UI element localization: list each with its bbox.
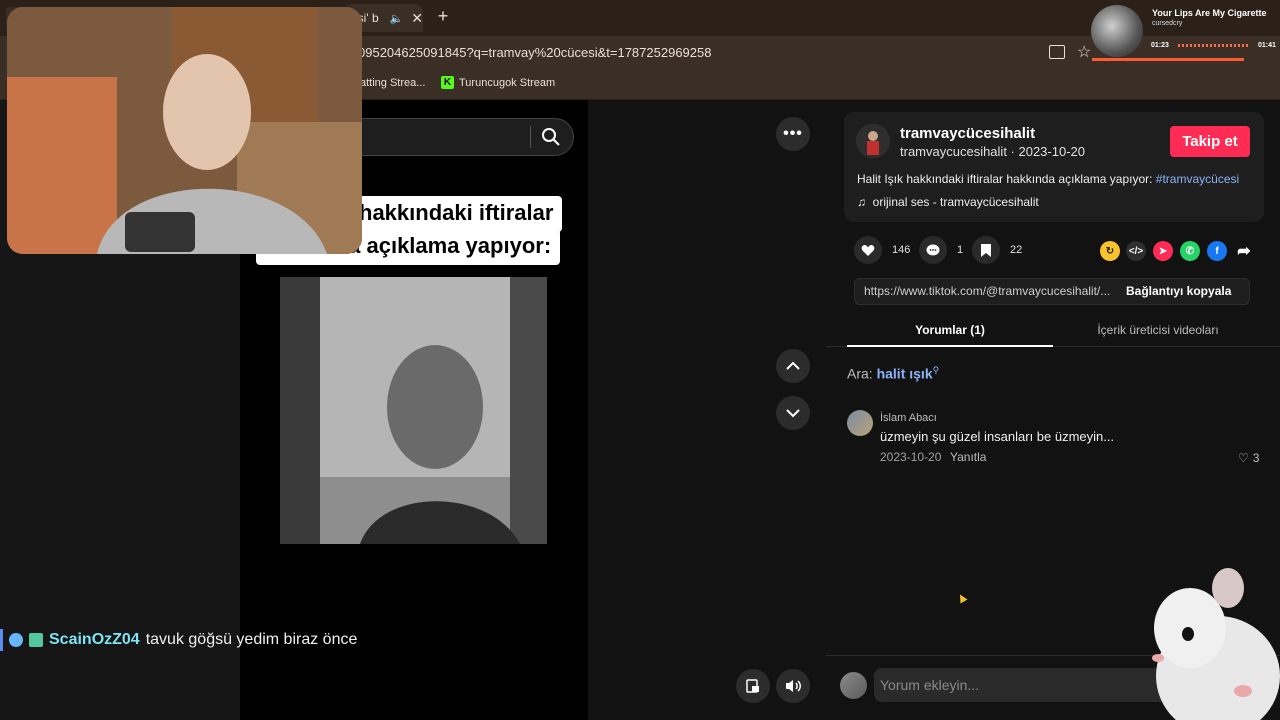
reply-button[interactable]: Yanıtla [950, 450, 986, 464]
save-count: 22 [1010, 244, 1023, 256]
search-icon[interactable] [541, 127, 561, 147]
music-link[interactable]: ♫ orijinal ses - tramvaycücesihalit [857, 195, 1039, 209]
author-handle-date: tramvaycucesihalit · 2023-10-20 [900, 144, 1085, 159]
pip-icon [746, 679, 759, 693]
video-frame-photo [280, 277, 547, 544]
comment-button[interactable]: 1 [919, 236, 963, 264]
share-link-url[interactable]: https://www.tiktok.com/@tramvaycucesihal… [864, 284, 1118, 298]
user-avatar [840, 672, 867, 699]
ellipsis-icon: ••• [783, 125, 803, 142]
chat-username: ScainOzZ04 [49, 631, 140, 648]
chevron-down-icon [786, 409, 800, 418]
song-progress-bar [1092, 58, 1244, 61]
music-title: orijinal ses - tramvaycücesihalit [872, 195, 1039, 209]
like-button[interactable]: 146 [854, 236, 910, 264]
chat-badge-icon [9, 633, 23, 647]
comment-like-button[interactable]: ♡ 3 [1238, 451, 1259, 465]
previous-video-button[interactable] [776, 349, 810, 383]
install-app-icon[interactable] [1049, 45, 1065, 59]
kick-logo-icon: K [441, 76, 454, 89]
save-button[interactable]: 22 [972, 236, 1022, 264]
bookmark-star-icon[interactable]: ☆ [1077, 42, 1091, 62]
volume-button[interactable] [776, 669, 810, 703]
repost-icon[interactable]: ↻ [1100, 241, 1120, 261]
related-search-prefix: Ara: [847, 365, 877, 382]
chevron-up-icon [786, 361, 800, 370]
bookmark-icon [972, 236, 1000, 264]
stream-chat-message: ScainOzZ04 tavuk göğsü yedim biraz önce [0, 626, 357, 654]
song-title: Your Lips Are My Cigarette [1152, 8, 1267, 18]
new-tab-button[interactable]: + [433, 6, 453, 28]
more-options-button[interactable]: ••• [776, 117, 810, 151]
share-arrow-icon[interactable]: ➦ [1234, 241, 1254, 261]
music-note-icon: ♫ [857, 195, 873, 209]
next-video-button[interactable] [776, 396, 810, 430]
song-current-time: 01:23 [1151, 42, 1169, 49]
chat-accent-bar [0, 629, 3, 651]
song-end-time: 01:41 [1258, 42, 1276, 49]
album-art [1091, 5, 1143, 57]
comment-date: 2023-10-20 [880, 450, 942, 464]
author-avatar[interactable] [856, 124, 890, 158]
speaker-icon [786, 680, 801, 692]
video-caption-line: hakkındaki iftiralar [350, 196, 563, 232]
commenter-avatar[interactable] [847, 410, 873, 436]
floating-player-button[interactable] [736, 669, 770, 703]
comment-count: 1 [957, 244, 964, 256]
url-field[interactable]: 095204625091845?q=tramvay%20cücesi&t=178… [358, 45, 711, 60]
send-icon[interactable]: ➤ [1153, 241, 1173, 261]
comment-like-count: 3 [1252, 451, 1260, 465]
speaker-icon[interactable]: 🔈 [390, 12, 404, 25]
embed-code-icon[interactable]: </> [1126, 241, 1146, 261]
copy-link-button[interactable]: Bağlantıyı kopyala [1126, 284, 1231, 298]
hamster-overlay [1152, 568, 1280, 720]
whatsapp-icon[interactable]: ✆ [1180, 241, 1200, 261]
tab-comments[interactable]: Yorumlar (1) [847, 315, 1053, 347]
bookmark-item[interactable]: Turuncugok Stream [459, 77, 555, 89]
song-waveform [1178, 44, 1248, 47]
close-tab-icon[interactable]: ✕ [411, 10, 423, 27]
chat-badge-icon [29, 633, 43, 647]
like-count: 146 [892, 244, 911, 256]
hashtag-link[interactable]: #tramvaycücesi [1156, 172, 1239, 186]
heart-outline-icon: ♡ [1238, 451, 1249, 465]
commenter-name[interactable]: İslam Abacı [880, 412, 937, 424]
comment-text: üzmeyin şu güzel insanları be üzmeyin... [880, 429, 1115, 444]
bookmark-item[interactable]: atting Strea... [360, 77, 425, 89]
related-search[interactable]: Ara: halit ışık⚲ [847, 365, 939, 382]
comment-bubble-icon [919, 236, 947, 264]
facebook-icon[interactable]: f [1207, 241, 1227, 261]
tab-creator-videos[interactable]: İçerik üreticisi videoları [1055, 315, 1261, 347]
related-search-term[interactable]: halit ışık [877, 366, 933, 382]
song-artist: cursedcry [1152, 20, 1183, 27]
search-icon: ⚲ [932, 365, 940, 375]
webcam-overlay [7, 7, 362, 254]
follow-button[interactable]: Takip et [1170, 126, 1250, 157]
search-divider [530, 126, 531, 148]
author-name[interactable]: tramvaycücesihalit [900, 125, 1035, 142]
chat-text: tavuk göğsü yedim biraz önce [145, 631, 358, 648]
heart-icon [854, 236, 882, 264]
video-description: Halit Işık hakkındaki iftiralar hakkında… [857, 172, 1239, 186]
description-text: Halit Işık hakkındaki iftiralar hakkında… [857, 172, 1156, 186]
